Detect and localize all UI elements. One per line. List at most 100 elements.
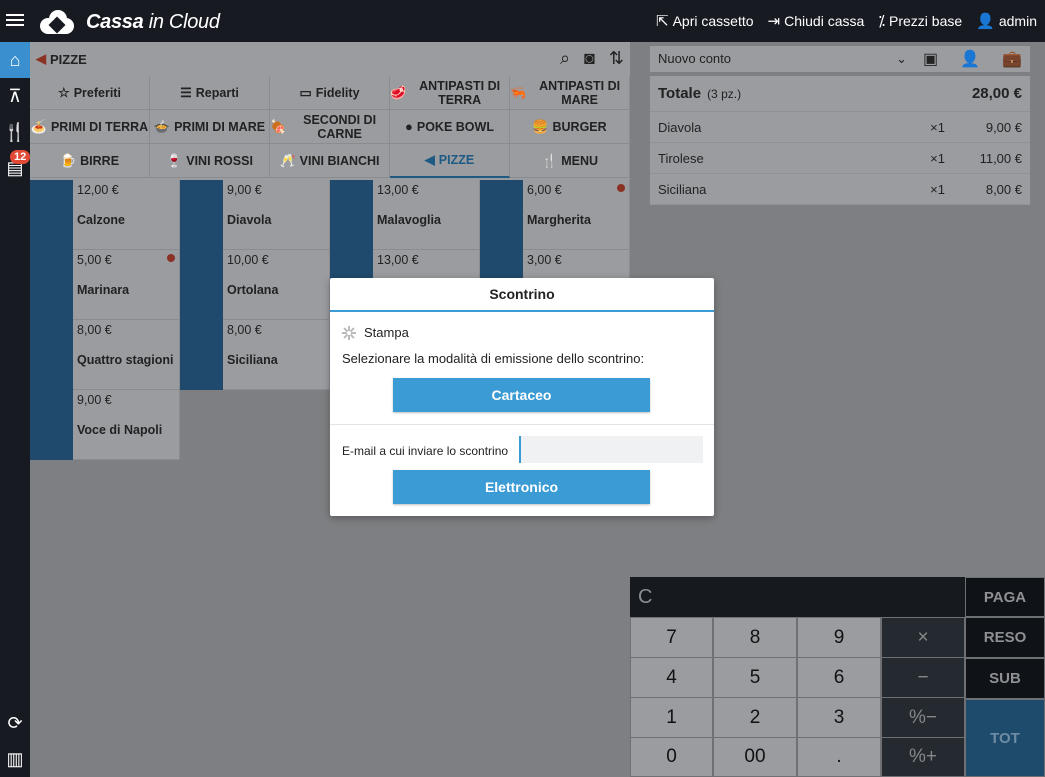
open-drawer-button[interactable]: ⇱ Apri cassetto: [656, 12, 754, 30]
subtotal-button[interactable]: SUB: [965, 658, 1045, 699]
tab-burger[interactable]: 🍔 BURGER: [510, 110, 630, 144]
operator-key[interactable]: ×: [881, 617, 965, 658]
hamburger-menu-icon[interactable]: [4, 11, 26, 31]
item-qty: ×1: [930, 150, 945, 166]
product-price: 8,00 €: [227, 323, 262, 337]
tab-preferiti[interactable]: ☆ Preferiti: [30, 76, 150, 110]
sync-icon: ⟳: [7, 712, 23, 733]
product-name: Margherita: [527, 213, 591, 227]
base-prices-button[interactable]: ⁒ Prezzi base: [878, 12, 962, 30]
product-tile[interactable]: 8,00 € Siciliana: [180, 320, 330, 390]
sidebar-orders[interactable]: ▤ 12: [0, 150, 31, 186]
pay-button[interactable]: PAGA: [965, 577, 1045, 617]
tab-label: Fidelity: [315, 85, 360, 100]
tab-pizze[interactable]: ◀ PIZZE: [390, 144, 510, 178]
sidebar-barcode[interactable]: ▥: [0, 741, 30, 777]
digit-key[interactable]: 4: [630, 657, 713, 698]
paper-receipt-button[interactable]: Cartaceo: [393, 378, 650, 412]
operator-key[interactable]: −: [881, 657, 965, 698]
email-input[interactable]: [519, 436, 703, 463]
total-button[interactable]: TOT: [965, 699, 1045, 777]
tab-antipasti-di-mare[interactable]: 🦐 ANTIPASTI DI MARE: [510, 76, 630, 110]
barcode-icon: ▥: [6, 748, 24, 769]
product-name: Quattro stagioni: [77, 353, 174, 367]
tab-vini-rossi[interactable]: 🍷 VINI ROSSI: [150, 144, 270, 178]
digit-key[interactable]: .: [797, 737, 881, 777]
tab-primi-di-mare[interactable]: 🍲 PRIMI DI MARE: [150, 110, 270, 144]
close-register-label: Chiudi cassa: [784, 13, 865, 29]
tab-label: BURGER: [552, 119, 607, 134]
digit-key[interactable]: 9: [797, 617, 881, 658]
account-selector[interactable]: Nuovo conto ⌄: [650, 51, 915, 67]
product-tile[interactable]: 9,00 € Voce di Napoli: [30, 390, 180, 460]
product-tile[interactable]: 8,00 € Quattro stagioni: [30, 320, 180, 390]
digit-key[interactable]: 00: [713, 737, 797, 777]
loading-spinner-icon: [342, 325, 356, 340]
digit-key[interactable]: 7: [630, 617, 713, 658]
sort-icon[interactable]: ⇅: [609, 48, 624, 69]
product-tile[interactable]: 12,00 € Calzone: [30, 180, 180, 250]
camera-icon[interactable]: ◙: [584, 48, 595, 69]
list-icon: ☰: [180, 84, 192, 100]
product-name: Calzone: [77, 213, 125, 227]
sidebar-kitchen[interactable]: 🍴: [0, 114, 30, 150]
digit-key[interactable]: 5: [713, 657, 797, 698]
keypad-display[interactable]: C: [630, 577, 965, 617]
return-button[interactable]: RESO: [965, 617, 1045, 658]
product-tile[interactable]: 10,00 € Ortolana: [180, 250, 330, 320]
receipt-line[interactable]: Tirolese ×1 11,00 €: [650, 143, 1030, 174]
item-name: Diavola: [658, 119, 702, 135]
digit-key[interactable]: 8: [713, 617, 797, 658]
receipt-line[interactable]: Siciliana ×1 8,00 €: [650, 174, 1030, 205]
user-menu[interactable]: 👤 admin: [976, 12, 1037, 30]
brand-suffix: in Cloud: [148, 10, 220, 33]
tab-reparti[interactable]: ☰ Reparti: [150, 76, 270, 110]
digit-key[interactable]: 0: [630, 737, 713, 777]
tab-poke-bowl[interactable]: ● POKE BOWL: [390, 110, 510, 144]
sidebar-sync[interactable]: ⟳: [0, 705, 30, 741]
product-tile[interactable]: 6,00 € Margherita: [480, 180, 630, 250]
product-tile[interactable]: 5,00 € Marinara: [30, 250, 180, 320]
save-icon[interactable]: ▣: [923, 49, 938, 69]
tab-secondi-di-carne[interactable]: 🍖 SECONDI DI CARNE: [270, 110, 390, 144]
operator-key[interactable]: %+: [881, 737, 965, 777]
product-tile[interactable]: 9,00 € Diavola: [180, 180, 330, 250]
product-price: 8,00 €: [77, 323, 112, 337]
tab-vini-bianchi[interactable]: 🥂 VINI BIANCHI: [270, 144, 390, 178]
tab-label: PIZZE: [438, 153, 475, 167]
customer-icon[interactable]: 👤: [960, 49, 980, 69]
tab-antipasti-di-terra[interactable]: 🥩 ANTIPASTI DI TERRA: [390, 76, 510, 110]
digit-key[interactable]: 3: [797, 697, 881, 738]
star-icon: ☆: [58, 84, 70, 100]
card-icon: ▭: [299, 84, 312, 100]
tab-menu[interactable]: 🍴 MENU: [510, 144, 630, 178]
digit-key[interactable]: 2: [713, 697, 797, 738]
product-tile[interactable]: 13,00 € Malavoglia: [330, 180, 480, 250]
primi-mare-icon: 🍲: [153, 118, 171, 134]
cutlery-icon: 🍴: [541, 152, 558, 168]
tab-primi-di-terra[interactable]: 🍝 PRIMI DI TERRA: [30, 110, 150, 144]
sidebar-tables[interactable]: ⊼: [0, 78, 30, 114]
top-bar: Cassa in Cloud ⇱ Apri cassetto ⇥ Chiudi ca…: [0, 0, 1045, 42]
digit-key[interactable]: 6: [797, 657, 881, 698]
tab-label: VINI ROSSI: [186, 153, 253, 168]
receipt-line[interactable]: Diavola ×1 9,00 €: [650, 112, 1030, 143]
table-icon: ⊼: [8, 85, 22, 106]
electronic-receipt-button[interactable]: Elettronico: [393, 470, 650, 504]
tab-label: BIRRE: [80, 153, 120, 168]
search-icon[interactable]: ⌕: [560, 48, 570, 69]
product-color-strip: [30, 250, 73, 320]
product-color-strip: [330, 180, 373, 250]
tab-fidelity[interactable]: ▭ Fidelity: [270, 76, 390, 110]
sidebar-home[interactable]: ⌂: [0, 42, 30, 78]
account-selector-value: Nuovo conto: [658, 51, 731, 66]
close-register-button[interactable]: ⇥ Chiudi cassa: [768, 12, 865, 30]
product-color-strip: [180, 320, 223, 390]
secondi-carne-icon: 🍖: [270, 118, 287, 134]
operator-key[interactable]: %−: [881, 697, 965, 738]
brand-name: Cassa: [86, 10, 144, 33]
receipt: Totale (3 pz.) 28,00 € Diavola ×1 9,00 € Tir…: [650, 76, 1030, 205]
tab-birre[interactable]: 🍺 BIRRE: [30, 144, 150, 178]
briefcase-icon[interactable]: 💼: [1002, 49, 1022, 69]
digit-key[interactable]: 1: [630, 697, 713, 738]
